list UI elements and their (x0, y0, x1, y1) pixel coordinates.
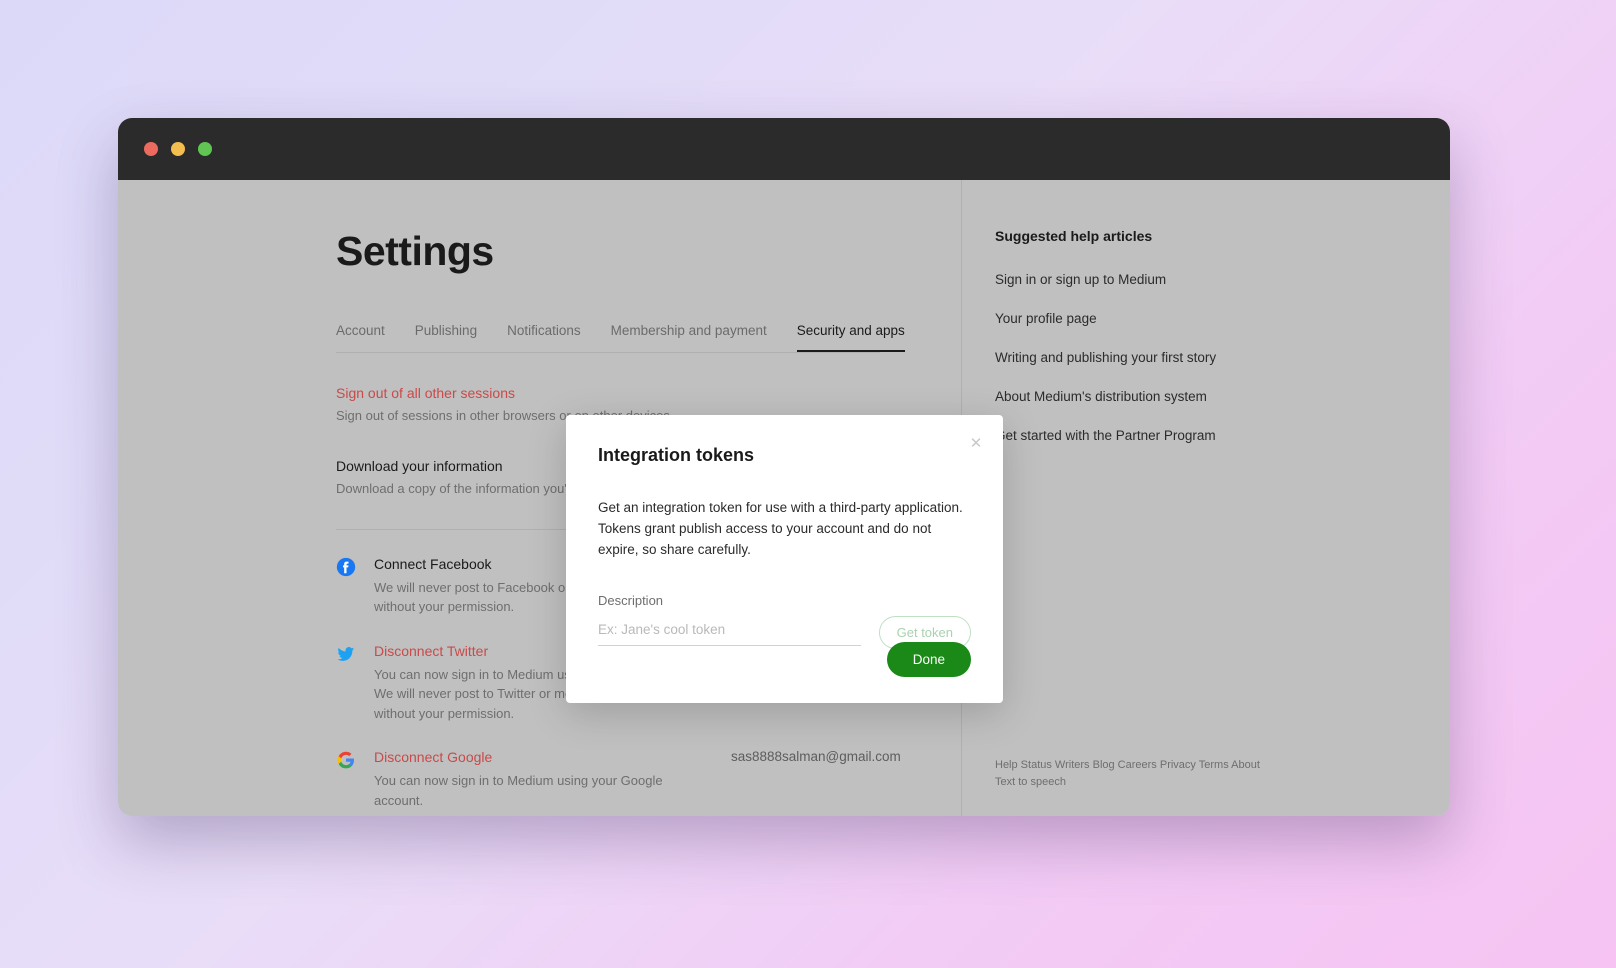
help-article-link-5[interactable]: Get started with the Partner Program (995, 428, 1450, 443)
settings-tabs: Account Publishing Notifications Members… (336, 323, 905, 353)
help-article-link-1[interactable]: Sign in or sign up to Medium (995, 272, 1450, 287)
tab-membership-and-payment[interactable]: Membership and payment (611, 323, 767, 352)
integration-tokens-modal: Integration tokens ✕ Get an integration … (566, 415, 1003, 703)
list-item: Disconnect Google You can now sign in to… (336, 749, 901, 810)
twitter-icon (336, 644, 356, 664)
sign-out-all-sessions-link[interactable]: Sign out of all other sessions (336, 385, 881, 401)
tab-account[interactable]: Account (336, 323, 385, 352)
suggested-help-articles-title: Suggested help articles (995, 228, 1153, 244)
help-sidebar: Suggested help articles Sign in or sign … (961, 180, 1450, 816)
google-account-email: sas8888salman@gmail.com (731, 749, 901, 765)
window-minimize-button[interactable] (171, 142, 185, 156)
page-content: Settings Account Publishing Notification… (118, 180, 1450, 816)
window-titlebar (118, 118, 1450, 180)
token-description-input[interactable] (598, 618, 861, 647)
tab-publishing[interactable]: Publishing (415, 323, 477, 352)
help-article-link-2[interactable]: Your profile page (995, 311, 1450, 326)
google-icon (336, 750, 356, 770)
disconnect-google-description: You can now sign in to Medium using your… (374, 773, 663, 808)
browser-window: Settings Account Publishing Notification… (118, 118, 1450, 816)
footer-link-text-to-speech[interactable]: Text to speech (995, 774, 1295, 792)
help-article-link-4[interactable]: About Medium's distribution system (995, 389, 1450, 404)
modal-description: Get an integration token for use with a … (598, 500, 963, 557)
page-title: Settings (336, 228, 494, 274)
description-field-label: Description (598, 592, 664, 608)
site-footer: Help Status Writers Blog Careers Privacy… (995, 757, 1295, 792)
help-article-list: Sign in or sign up to Medium Your profil… (995, 272, 1450, 443)
tab-notifications[interactable]: Notifications (507, 323, 581, 352)
window-zoom-button[interactable] (198, 142, 212, 156)
done-button[interactable]: Done (886, 642, 971, 677)
footer-links-primary[interactable]: Help Status Writers Blog Careers Privacy… (995, 757, 1295, 775)
help-article-link-3[interactable]: Writing and publishing your first story (995, 350, 1450, 365)
tab-security-and-apps[interactable]: Security and apps (796, 323, 905, 352)
facebook-icon (336, 557, 356, 577)
modal-title: Integration tokens (598, 445, 755, 465)
close-icon[interactable]: ✕ (967, 435, 985, 453)
window-close-button[interactable] (144, 142, 158, 156)
